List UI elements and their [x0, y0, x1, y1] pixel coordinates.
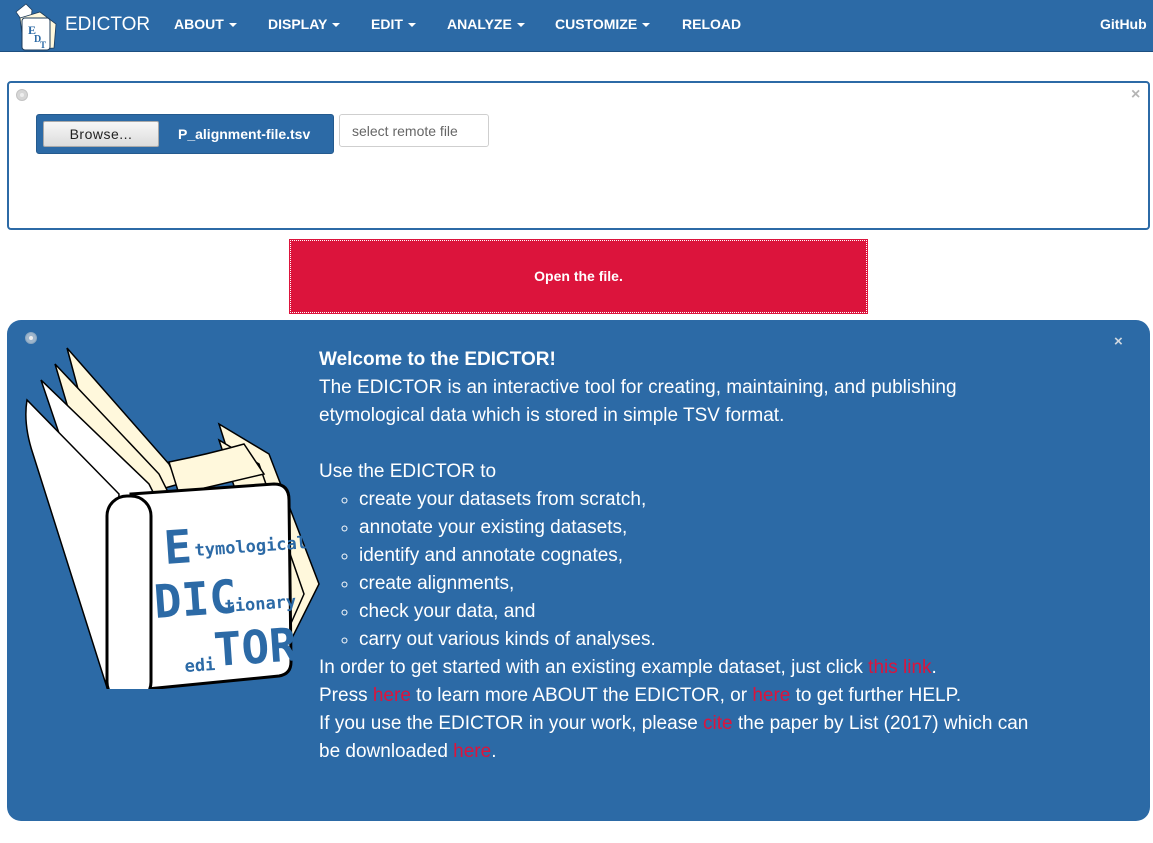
list-item: carry out various kinds of analyses. [359, 626, 1039, 654]
pin-icon[interactable] [25, 332, 37, 344]
cite-link[interactable]: cite [703, 713, 733, 734]
welcome-use-lead: Use the EDICTOR to [319, 461, 497, 482]
nav-about-label: ABOUT [174, 16, 224, 32]
open-file-button[interactable]: Open the file. [289, 239, 868, 314]
edictor-book-logo: E tymological DIC tionary edi TOR [25, 347, 320, 689]
list-item: create your datasets from scratch, [359, 486, 1039, 514]
browse-button[interactable]: Browse... [43, 121, 159, 147]
help-link[interactable]: here [752, 685, 790, 706]
welcome-text: Welcome to the EDICTOR! The EDICTOR is a… [319, 346, 1039, 766]
list-item: annotate your existing datasets, [359, 514, 1039, 542]
list-item: identify and annotate cognates, [359, 542, 1039, 570]
welcome-intro: The EDICTOR is an interactive tool for c… [319, 377, 957, 426]
file-chooser[interactable]: Browse... P_alignment-file.tsv [36, 114, 334, 154]
svg-text:edi: edi [184, 655, 216, 677]
file-panel: × Browse... P_alignment-file.tsv [7, 81, 1150, 230]
nav-edit[interactable]: EDIT [371, 16, 416, 32]
welcome-title: Welcome to the EDICTOR! [319, 349, 556, 370]
remote-file-input[interactable] [339, 114, 489, 147]
nav-analyze[interactable]: ANALYZE [447, 16, 525, 32]
nav-display-label: DISPLAY [268, 16, 328, 32]
text-span: to learn more ABOUT the EDICTOR, or [410, 685, 753, 706]
pin-icon[interactable] [16, 89, 28, 101]
caret-down-icon [407, 23, 416, 28]
top-navbar: E D T EDICTOR ABOUT DISPLAY EDIT ANALYZE… [0, 0, 1153, 52]
text-span: . [491, 741, 497, 762]
caret-down-icon [228, 23, 237, 28]
brand-title[interactable]: EDICTOR [65, 14, 150, 36]
nav-reload-label: RELOAD [682, 16, 742, 32]
close-icon[interactable]: × [1114, 334, 1123, 349]
nav-analyze-label: ANALYZE [447, 16, 512, 32]
list-item: create alignments, [359, 570, 1039, 598]
text-span: Press [319, 685, 373, 706]
caret-down-icon [642, 23, 651, 28]
example-dataset-link[interactable]: this link [868, 657, 931, 678]
example-line: In order to get started with an existing… [319, 654, 1039, 682]
edictor-logo-icon[interactable]: E D T [10, 2, 62, 52]
download-paper-link[interactable]: here [453, 741, 491, 762]
text-span: . [931, 657, 937, 678]
welcome-panel: × E tymological DIC tionary edi TOR Welc… [7, 320, 1150, 821]
help-line: Press here to learn more ABOUT the EDICT… [319, 682, 1039, 710]
close-icon[interactable]: × [1131, 87, 1140, 103]
nav-customize-label: CUSTOMIZE [555, 16, 638, 32]
nav-edit-label: EDIT [371, 16, 403, 32]
svg-text:E: E [162, 519, 193, 575]
nav-customize[interactable]: CUSTOMIZE [555, 16, 651, 32]
text-span: In order to get started with an existing… [319, 657, 869, 678]
svg-text:TOR: TOR [212, 617, 299, 677]
cite-line: If you use the EDICTOR in your work, ple… [319, 710, 1039, 766]
nav-display[interactable]: DISPLAY [268, 16, 341, 32]
caret-down-icon [516, 23, 525, 28]
nav-reload[interactable]: RELOAD [682, 16, 741, 32]
text-span: If you use the EDICTOR in your work, ple… [319, 713, 704, 734]
nav-about[interactable]: ABOUT [174, 16, 237, 32]
text-span: to get further HELP. [790, 685, 962, 706]
selected-file-name: P_alignment-file.tsv [178, 126, 311, 142]
caret-down-icon [332, 23, 341, 28]
nav-github[interactable]: GitHub [1100, 16, 1147, 32]
about-link[interactable]: here [373, 685, 411, 706]
list-item: check your data, and [359, 598, 1039, 626]
use-list: create your datasets from scratch, annot… [319, 486, 1039, 654]
svg-text:T: T [40, 40, 46, 50]
